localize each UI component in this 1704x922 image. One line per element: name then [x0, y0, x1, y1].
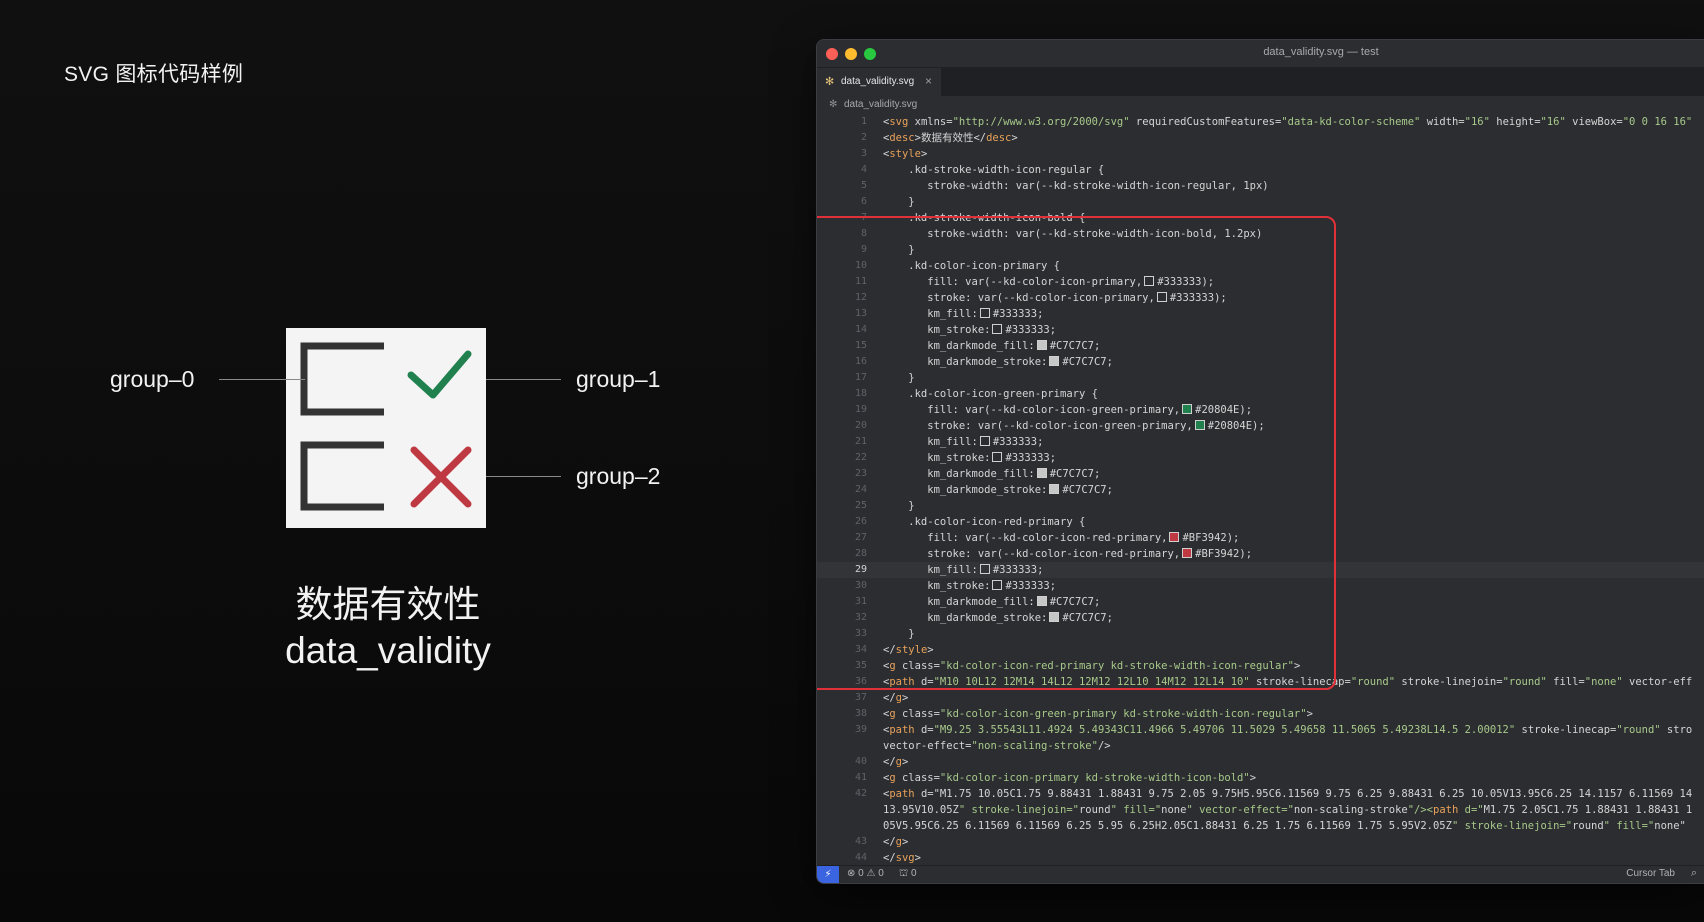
- code-text: <path d="M9.25 3.55543L11.4924 5.49343C1…: [883, 724, 1693, 736]
- line-number: 38: [854, 708, 867, 719]
- code-text: }: [883, 196, 915, 208]
- code-text: <g class="kd-color-icon-green-primary kd…: [883, 708, 1313, 720]
- group-0-box-bottom: [300, 441, 384, 511]
- style-block-highlight: [817, 216, 1336, 690]
- code-line[interactable]: 4 .kd-stroke-width-icon-regular {: [817, 162, 1704, 178]
- breadcrumb-file[interactable]: data_validity.svg: [844, 99, 917, 110]
- callout-label-group-1: group–1: [576, 366, 661, 392]
- callout-line-group-2: [486, 476, 561, 477]
- callout-line-group-0: [219, 379, 305, 380]
- code-line[interactable]: 42 <path d="M1.75 10.05C1.75 9.88431 1.88…: [817, 786, 1704, 802]
- line-number: 5: [860, 180, 867, 191]
- code-line[interactable]: 2 <desc>数据有效性</desc>: [817, 130, 1704, 146]
- tab-data-validity-svg[interactable]: ✻ data_validity.svg ×: [817, 68, 942, 96]
- search-icon[interactable]: ⌕: [1691, 867, 1697, 880]
- line-number: 3: [860, 148, 867, 159]
- ports-indicator[interactable]: ⛫ 0: [899, 868, 917, 881]
- code-text: <path d="M1.75 10.05C1.75 9.88431 1.8843…: [883, 788, 1693, 800]
- code-area[interactable]: 44 </svg> 43 </g> 05V5.95C6.25 6.11569 6.115…: [817, 114, 1704, 866]
- close-tab-icon[interactable]: ×: [925, 74, 932, 88]
- line-number: 44: [854, 852, 867, 863]
- code-line[interactable]: 41 <g class="kd-color-icon-primary kd-str…: [817, 770, 1704, 786]
- breadcrumb: ✻ data_validity.svg: [817, 97, 1704, 114]
- code-text: <svg xmlns="http://www.w3.org/2000/svg" …: [883, 116, 1693, 128]
- line-number: 1: [860, 116, 867, 127]
- callout-label-group-0: group–0: [110, 366, 195, 392]
- problems-indicator[interactable]: ⊗ 0 ⚠ 0: [847, 868, 884, 879]
- code-text: <desc>数据有效性</desc>: [883, 132, 1018, 144]
- status-bar: ⚡ ⊗ 0 ⚠ 0 ⛫ 0 Cursor Tab ⌕: [817, 865, 1704, 883]
- tab-bar: ✻ data_validity.svg ×: [817, 68, 1704, 97]
- icon-preview: [286, 328, 486, 528]
- code-line[interactable]: 43 </g>: [817, 834, 1704, 850]
- code-line[interactable]: 1 <svg xmlns="http://www.w3.org/2000/svg"…: [817, 114, 1704, 130]
- code-line[interactable]: 05V5.95C6.25 6.11569 6.11569 6.25 5.95 6…: [817, 818, 1704, 834]
- group-0-box-top: [300, 342, 384, 416]
- code-text: 13.95V10.05Z" stroke-linejoin="round" fi…: [883, 804, 1693, 816]
- line-number: 43: [854, 836, 867, 847]
- code-line[interactable]: 39 <path d="M9.25 3.55543L11.4924 5.49343…: [817, 722, 1704, 738]
- line-number: 6: [860, 196, 867, 207]
- tab-label: data_validity.svg: [841, 76, 915, 87]
- code-text: .kd-stroke-width-icon-regular {: [883, 164, 1105, 176]
- file-icon: ✻: [829, 99, 838, 110]
- line-number: 41: [854, 772, 867, 783]
- group-1-check: [407, 350, 472, 399]
- svg-file-icon: ✻: [825, 76, 835, 88]
- code-line[interactable]: 6 }: [817, 194, 1704, 210]
- code-text: <g class="kd-color-icon-primary kd-strok…: [883, 772, 1257, 784]
- code-text: </g>: [883, 756, 909, 768]
- code-line[interactable]: 5 stroke-width: var(--kd-stroke-width-ic…: [817, 178, 1704, 194]
- code-text: </g>: [883, 692, 909, 704]
- callout-line-group-1: [486, 379, 561, 380]
- code-line[interactable]: 40 </g>: [817, 754, 1704, 770]
- icon-name-english: data_validity: [285, 630, 491, 671]
- code-text: 05V5.95C6.25 6.11569 6.11569 6.25 5.95 6…: [883, 820, 1693, 832]
- code-line[interactable]: 38 <g class="kd-color-icon-green-primary …: [817, 706, 1704, 722]
- code-line[interactable]: 37 </g>: [817, 690, 1704, 706]
- line-number: 39: [854, 724, 867, 735]
- code-editor-window: data_validity.svg — test ✻ data_validity…: [816, 39, 1704, 884]
- page-title: SVG 图标代码样例: [64, 63, 244, 86]
- line-number: 40: [854, 756, 867, 767]
- code-text: </svg>: [883, 852, 921, 864]
- window-titlebar: data_validity.svg — test: [817, 40, 1704, 68]
- code-line[interactable]: vector-effect="non-scaling-stroke"/>: [817, 738, 1704, 754]
- code-text: vector-effect="non-scaling-stroke"/>: [883, 740, 1111, 752]
- code-line[interactable]: 13.95V10.05Z" stroke-linejoin="round" fi…: [817, 802, 1704, 818]
- code-line[interactable]: 3 <style>: [817, 146, 1704, 162]
- code-text: <style>: [883, 148, 928, 160]
- window-title: data_validity.svg — test: [1263, 46, 1379, 58]
- line-number: 37: [854, 692, 867, 703]
- code-text: </g>: [883, 836, 909, 848]
- callout-label-group-2: group–2: [576, 463, 661, 489]
- code-text: stroke-width: var(--kd-stroke-width-icon…: [883, 180, 1269, 192]
- cursor-tab-status[interactable]: Cursor Tab: [1626, 868, 1675, 879]
- remote-indicator-icon[interactable]: ⚡: [817, 866, 839, 883]
- line-number: 4: [860, 164, 867, 175]
- icon-name-chinese: 数据有效性: [295, 583, 481, 626]
- line-number: 42: [854, 788, 867, 799]
- code-line[interactable]: 44 </svg>: [817, 850, 1704, 866]
- data-validity-icon: [300, 342, 472, 511]
- group-2-cross: [410, 446, 472, 508]
- line-number: 2: [860, 132, 867, 143]
